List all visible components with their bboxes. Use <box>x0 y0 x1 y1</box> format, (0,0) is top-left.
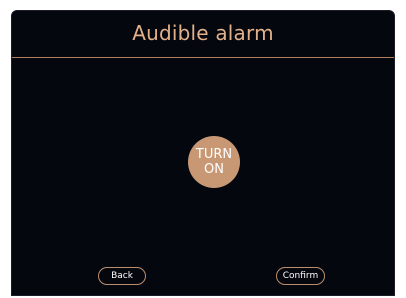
title-divider <box>12 57 394 58</box>
turn-on-button[interactable]: TURN ON <box>188 136 240 188</box>
confirm-button[interactable]: Confirm <box>276 267 325 285</box>
back-button[interactable]: Back <box>98 267 146 285</box>
alarm-settings-screen: Audible alarm TURN ON Back Confirm <box>11 10 395 296</box>
turn-on-label-line1: TURN <box>195 147 233 162</box>
turn-on-label-line2: ON <box>204 162 224 177</box>
page-title: Audible alarm <box>132 21 274 45</box>
